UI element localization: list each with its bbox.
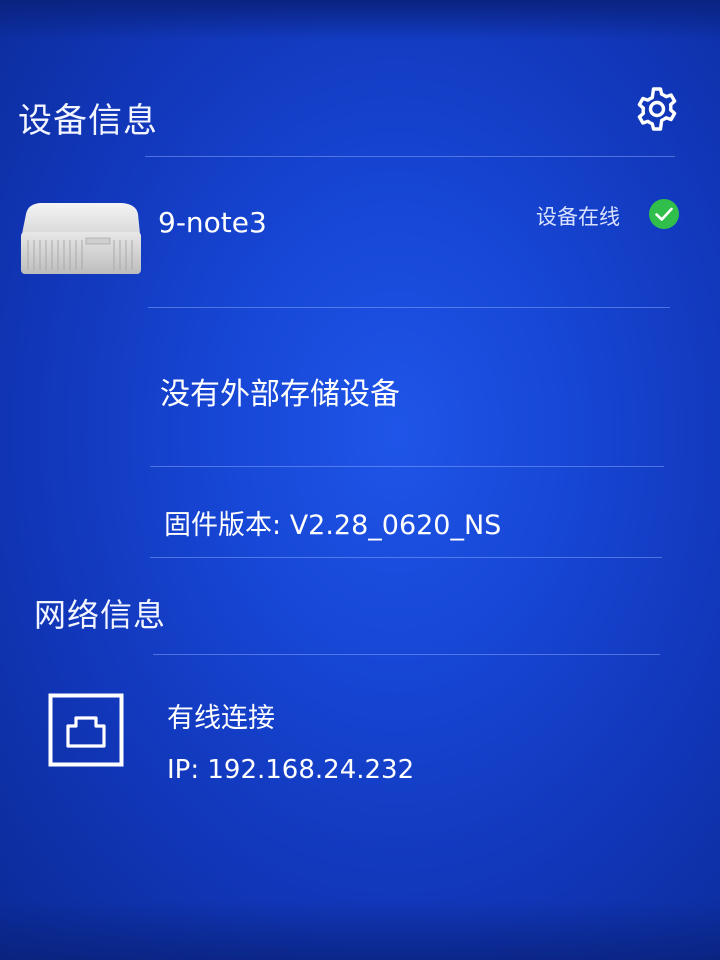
divider: [145, 156, 675, 157]
ip-value: 192.168.24.232: [207, 755, 415, 785]
firmware-value: V2.28_0620_NS: [289, 510, 502, 541]
device-name[interactable]: 9-note3: [158, 206, 267, 239]
bottom-shade: [0, 900, 720, 960]
storage-message: 没有外部存储设备: [160, 377, 400, 412]
top-shade: [0, 0, 720, 40]
check-circle-icon: [649, 199, 679, 229]
divider: [148, 307, 670, 308]
ip-address: IP: 192.168.24.232: [167, 755, 414, 785]
firmware-label: 固件版本:: [164, 510, 290, 541]
divider: [153, 654, 660, 655]
ethernet-port-icon: [48, 693, 124, 767]
router-device-image: [21, 203, 141, 274]
connection-type: 有线连接: [167, 703, 275, 734]
divider: [150, 466, 664, 467]
network-info-title: 网络信息: [34, 596, 167, 634]
device-status-text: 设备在线: [536, 205, 620, 229]
device-info-title: 设备信息: [18, 101, 158, 141]
firmware-version: 固件版本: V2.28_0620_NS: [164, 503, 501, 542]
gear-icon[interactable]: [632, 84, 682, 134]
divider: [150, 557, 662, 558]
ip-label: IP:: [167, 755, 208, 785]
